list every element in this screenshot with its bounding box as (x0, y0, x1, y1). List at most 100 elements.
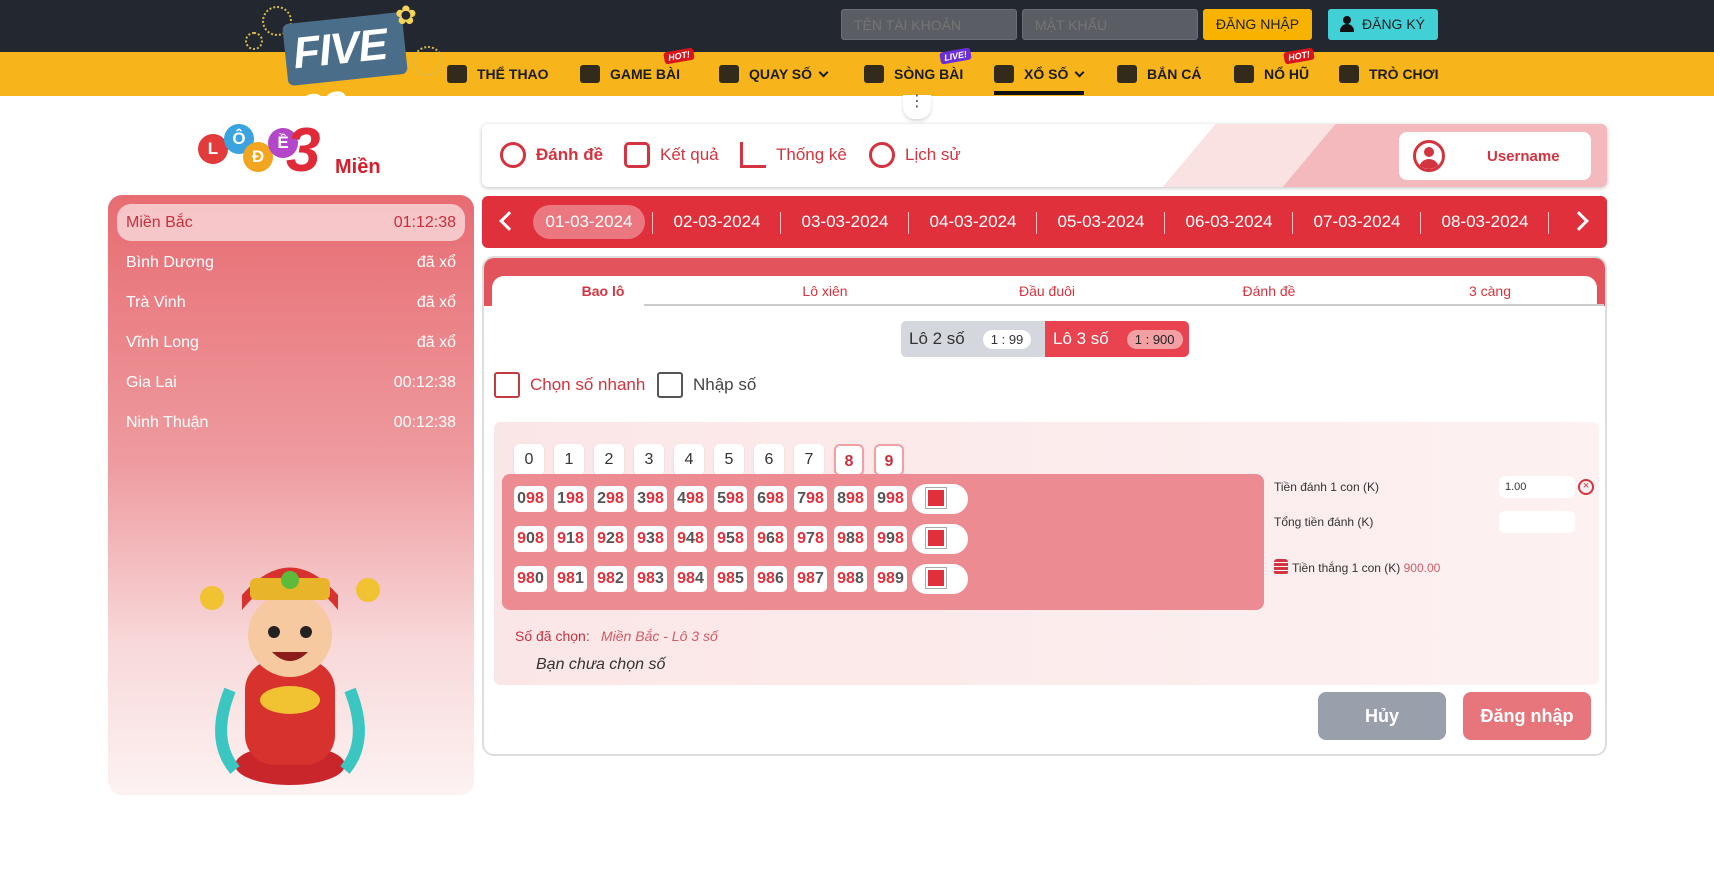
user-box[interactable]: Username (1399, 132, 1591, 180)
number-cell[interactable]: 981 (554, 566, 587, 592)
chevron-right-icon[interactable] (1569, 211, 1589, 231)
number-cell[interactable]: 983 (634, 566, 667, 592)
clear-icon[interactable]: × (1578, 479, 1594, 495)
date-separator (780, 212, 781, 234)
nav-item-ban-ca[interactable]: BẮN CÁ (1117, 52, 1201, 96)
submit-login-button[interactable]: Đăng nhập (1463, 692, 1591, 740)
row-select-toggle[interactable] (912, 524, 968, 554)
tab-ket-qua[interactable]: Kết quả (624, 142, 719, 168)
region-item-vinh-long[interactable]: Vĩnh Long đã xổ (117, 324, 465, 361)
number-cell[interactable]: 398 (634, 486, 667, 512)
region-item-tra-vinh[interactable]: Trà Vinh đã xổ (117, 284, 465, 321)
date-item[interactable]: 07-03-2024 (1302, 205, 1412, 239)
number-cell[interactable]: 984 (674, 566, 707, 592)
region-item-ninh-thuan[interactable]: Ninh Thuận 00:12:38 (117, 404, 465, 441)
tab-dau-duoi[interactable]: Đầu đuôi (987, 280, 1107, 302)
date-item[interactable]: 08-03-2024 (1430, 205, 1540, 239)
number-cell[interactable]: 986 (754, 566, 787, 592)
number-cell[interactable]: 968 (754, 526, 787, 552)
nav-item-song-bai[interactable]: SÒNG BÀI LIVE! (864, 47, 972, 96)
digit-button[interactable]: 1 (554, 444, 584, 476)
tab-thong-ke[interactable]: Thống kê (740, 142, 847, 168)
row-select-toggle[interactable] (912, 484, 968, 514)
date-item[interactable]: 03-03-2024 (790, 205, 900, 239)
cancel-button[interactable]: Hủy (1318, 692, 1446, 740)
digit-button[interactable]: 3 (634, 444, 664, 476)
tab-danh-de[interactable]: Đánh đề (500, 142, 603, 168)
tab-lo-xien[interactable]: Lô xiên (765, 280, 885, 302)
number-cell[interactable]: 958 (714, 526, 747, 552)
digit-button-selected[interactable]: 8 (834, 444, 864, 476)
chevron-left-icon[interactable] (499, 211, 519, 231)
date-item[interactable]: 01-03-2024 (533, 205, 645, 239)
lode-3-mien-logo: L Ô Đ Ề 3 Miền (198, 120, 388, 186)
bet-total-input[interactable] (1499, 511, 1575, 533)
bet-per-input[interactable] (1499, 476, 1575, 498)
number-cell[interactable]: 987 (794, 566, 827, 592)
five88-logo[interactable]: FIVE 88 (282, 11, 408, 136)
register-button[interactable]: ĐĂNG KÝ (1328, 9, 1438, 40)
ratio-badge: 1 : 900 (1126, 329, 1183, 349)
number-cell[interactable]: 982 (594, 566, 627, 592)
digit-button[interactable]: 7 (794, 444, 824, 476)
date-separator (652, 212, 653, 234)
password-input[interactable] (1022, 9, 1198, 40)
login-button[interactable]: ĐĂNG NHẬP (1203, 9, 1312, 40)
number-cell[interactable]: 985 (714, 566, 747, 592)
date-item[interactable]: 04-03-2024 (918, 205, 1028, 239)
digit-button[interactable]: 5 (714, 444, 744, 476)
lo-3-so-option[interactable]: Lô 3 số 1 : 900 (1045, 321, 1189, 357)
digit-button-selected[interactable]: 9 (874, 444, 904, 476)
number-cell[interactable]: 998 (874, 526, 907, 552)
date-item[interactable]: 02-03-2024 (662, 205, 772, 239)
tab-danh-de-sub[interactable]: Đánh đề (1209, 280, 1329, 302)
date-separator (1036, 212, 1037, 234)
number-cell[interactable]: 198 (554, 486, 587, 512)
date-item[interactable]: 06-03-2024 (1174, 205, 1284, 239)
nav-item-game-bai[interactable]: GAME BÀI HOT! (580, 47, 695, 96)
nav-item-the-thao[interactable]: THỂ THAO (447, 52, 549, 96)
number-cell[interactable]: 989 (874, 566, 907, 592)
nav-item-no-hu[interactable]: NỔ HŨ HOT! (1234, 47, 1315, 96)
region-item-mien-bac[interactable]: Miền Bắc 01:12:38 (117, 204, 465, 241)
number-cell[interactable]: 898 (834, 486, 867, 512)
nav-item-xo-so[interactable]: XỔ SỐ (994, 52, 1085, 96)
firework-decoration (413, 46, 443, 76)
number-cell[interactable]: 988 (834, 526, 867, 552)
number-cell[interactable]: 988 (834, 566, 867, 592)
more-menu-icon[interactable]: ⋮ (903, 94, 931, 119)
date-item[interactable]: 05-03-2024 (1046, 205, 1156, 239)
number-cell[interactable]: 498 (674, 486, 707, 512)
digit-button[interactable]: 6 (754, 444, 784, 476)
number-cell[interactable]: 980 (514, 566, 547, 592)
nav-item-quay-so[interactable]: QUAY SỐ (719, 52, 829, 96)
number-cell[interactable]: 998 (874, 486, 907, 512)
number-cell[interactable]: 928 (594, 526, 627, 552)
username-input[interactable] (841, 9, 1017, 40)
mode-quick-pick[interactable]: Chọn số nhanh (494, 372, 645, 398)
mode-manual-input[interactable]: Nhập số (657, 372, 756, 398)
digit-button[interactable]: 4 (674, 444, 704, 476)
tab-3-cang[interactable]: 3 càng (1430, 280, 1550, 302)
number-cell[interactable]: 978 (794, 526, 827, 552)
lo-2-so-option[interactable]: Lô 2 số 1 : 99 (901, 321, 1045, 357)
date-separator (1420, 212, 1421, 234)
number-cell[interactable]: 598 (714, 486, 747, 512)
number-cell[interactable]: 098 (514, 486, 547, 512)
digit-button[interactable]: 2 (594, 444, 624, 476)
number-board: 0 1 2 3 4 5 6 7 8 9 098 198 298 398 498 598 69… (494, 422, 1599, 685)
number-cell[interactable]: 908 (514, 526, 547, 552)
digit-button[interactable]: 0 (514, 444, 544, 476)
region-item-binh-duong[interactable]: Bình Dương đã xổ (117, 244, 465, 281)
region-item-gia-lai[interactable]: Gia Lai 00:12:38 (117, 364, 465, 401)
number-cell[interactable]: 938 (634, 526, 667, 552)
number-cell[interactable]: 918 (554, 526, 587, 552)
number-cell[interactable]: 298 (594, 486, 627, 512)
tab-lich-su[interactable]: Lịch sử (869, 142, 961, 168)
number-cell[interactable]: 948 (674, 526, 707, 552)
row-select-toggle[interactable] (912, 564, 968, 594)
number-cell[interactable]: 798 (794, 486, 827, 512)
number-cell[interactable]: 698 (754, 486, 787, 512)
tab-bao-lo[interactable]: Bao lô (543, 280, 663, 302)
nav-item-tro-choi[interactable]: TRÒ CHƠI (1339, 52, 1439, 96)
